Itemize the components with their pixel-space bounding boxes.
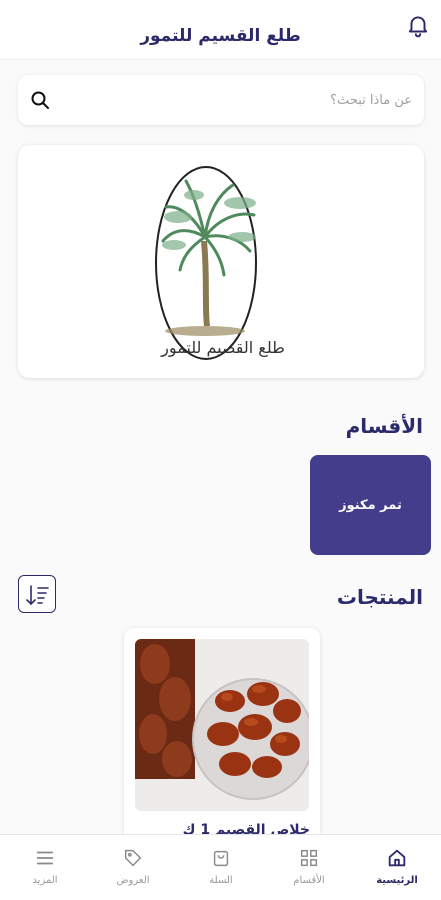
nav-label-categories: الأقسام	[293, 875, 325, 886]
logo-text: طلع القصيم للتمور	[160, 338, 285, 358]
bottom-navigation: الرئيسية الأقسام السلة العروض المزيد	[0, 834, 441, 900]
product-card[interactable]: خلاص القصيم 1 ك	[124, 628, 320, 858]
app-header: طلع القسيم للتمور	[0, 0, 441, 60]
search-input[interactable]	[72, 87, 412, 113]
sort-button[interactable]	[18, 575, 56, 613]
nav-item-cart[interactable]: السلة	[177, 835, 265, 900]
page-title: طلع القسيم للتمور	[140, 26, 301, 46]
nav-label-more: المزيد	[32, 875, 58, 886]
grid-icon	[300, 849, 318, 867]
nav-item-offers[interactable]: العروض	[89, 835, 177, 900]
category-label: تمر مكنوز	[339, 497, 402, 513]
search-icon[interactable]	[28, 88, 52, 112]
tag-icon	[124, 849, 142, 867]
nav-item-categories[interactable]: الأقسام	[265, 835, 353, 900]
nav-label-cart: السلة	[209, 875, 233, 886]
bag-icon	[213, 850, 229, 867]
nav-label-home: الرئيسية	[376, 875, 418, 886]
nav-label-offers: العروض	[116, 875, 150, 886]
bell-icon[interactable]	[405, 12, 431, 38]
home-icon	[388, 849, 406, 867]
menu-icon	[36, 851, 54, 865]
products-title: المنتجات	[336, 585, 423, 609]
nav-item-more[interactable]: المزيد	[1, 835, 89, 900]
banner[interactable]: طلع القصيم للتمور	[18, 145, 424, 378]
product-image[interactable]	[135, 639, 309, 811]
categories-title: الأقسام	[345, 414, 423, 438]
brand-logo: طلع القصيم للتمور	[155, 166, 285, 360]
search-bar[interactable]	[18, 75, 424, 125]
sort-icon	[26, 585, 49, 606]
nav-item-home[interactable]: الرئيسية	[353, 835, 441, 900]
category-card-maknouz[interactable]: تمر مكنوز	[310, 455, 431, 555]
